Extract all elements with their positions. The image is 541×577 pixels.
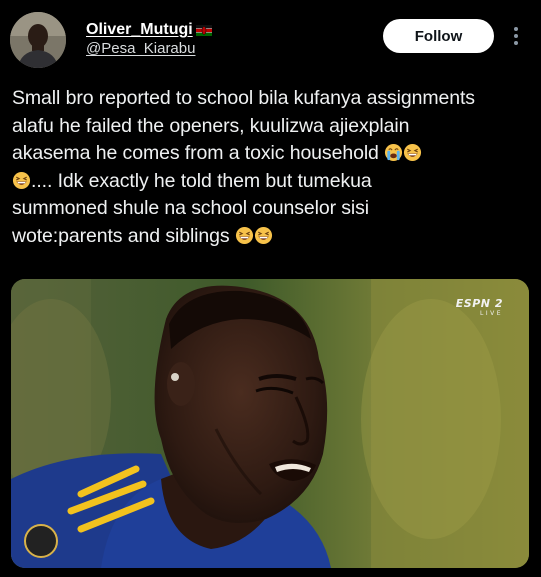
tweet-text: Small bro reported to school bila kufany… [12, 85, 534, 250]
display-name-text[interactable]: Oliver_Mutugi [86, 21, 193, 39]
tweet-line-3-text: akasema he comes from a toxic household [12, 142, 379, 164]
tweet-line-4: .... Idk exactly he told them but tumeku… [12, 168, 534, 196]
grinning-squinting-face-emoji [254, 226, 272, 244]
user-handle[interactable]: @Pesa_Kiarabu [86, 40, 212, 58]
tweet-line-3: akasema he comes from a toxic household [12, 140, 534, 168]
more-vertical-icon[interactable] [510, 24, 522, 48]
watermark-main: ESPN 2 [455, 297, 503, 310]
avatar[interactable] [10, 12, 66, 68]
display-name[interactable]: Oliver_Mutugi [86, 21, 212, 39]
photo-crying-footballer [11, 279, 529, 568]
grinning-squinting-face-emoji [235, 226, 253, 244]
tweet-line-4-text: .... Idk exactly he told them but tumeku… [31, 169, 372, 192]
tv-watermark: ESPN 2 LIVE [456, 298, 503, 317]
tweet-line-6: wote:parents and siblings [12, 223, 534, 251]
watermark-sub: LIVE [479, 310, 503, 317]
author-names: Oliver_Mutugi @Pesa_Kiarabu [86, 21, 212, 58]
grinning-squinting-face-emoji [404, 143, 422, 162]
tweet-line-1: Small bro reported to school bila kufany… [12, 87, 475, 109]
grinning-squinting-face-emoji [12, 171, 31, 189]
tweet-header: Oliver_Mutugi @Pesa_Kiarabu Follow [0, 0, 541, 80]
kenya-flag-icon [195, 24, 212, 36]
follow-button[interactable]: Follow [383, 19, 494, 53]
tweet-media-photo[interactable]: ESPN 2 LIVE [11, 279, 529, 568]
loudly-crying-face-emoji [385, 143, 403, 162]
tweet-line-2: alafu he failed the openers, kuulizwa aj… [12, 114, 410, 137]
tweet-line-6-text: wote:parents and siblings [12, 224, 230, 247]
tweet-line-5: summoned shule na school counselor sisi [12, 197, 370, 219]
